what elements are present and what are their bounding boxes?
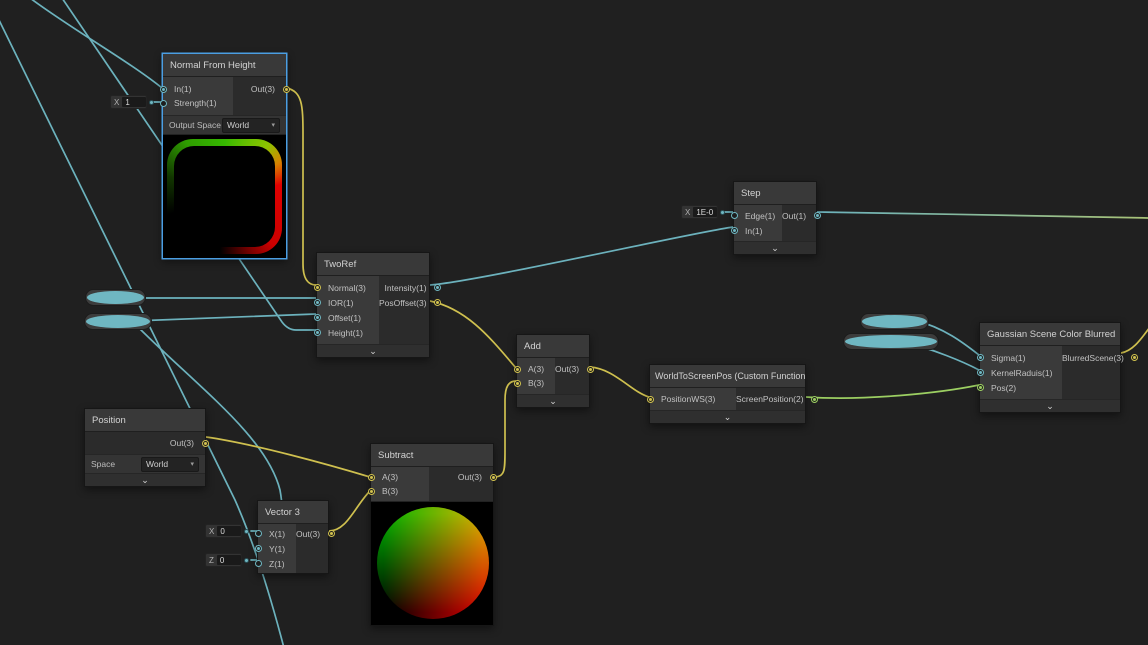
port-out[interactable] (925, 338, 932, 345)
port-posoffset[interactable] (434, 299, 441, 306)
wire-offset-to-tworef-offset[interactable] (133, 314, 316, 321)
connector-dot (149, 100, 154, 105)
port-sigma[interactable] (977, 354, 984, 361)
node-step[interactable]: Step Edge(1) In(1) Out(1) ⌄ (733, 181, 817, 255)
vector3-x-float-field[interactable]: X 0 (205, 524, 242, 538)
port-out[interactable] (814, 212, 821, 219)
node-subtract[interactable]: Subtract A(3) B(3) Out(3) (370, 443, 494, 626)
node-add[interactable]: Add A(3) B(3) Out(3) ⌄ (516, 334, 590, 408)
connector-dot (720, 210, 725, 215)
vector3-z-float-field[interactable]: Z 0 (205, 553, 242, 567)
port-a[interactable] (514, 366, 521, 373)
wire-step-out-offscreen[interactable] (817, 212, 1148, 218)
port-out[interactable] (490, 474, 497, 481)
edge-float-field[interactable]: X 1E-0 (681, 205, 718, 219)
port-y[interactable] (255, 545, 262, 552)
property-pill-kernelradius[interactable]: KernelRaduis(1) (843, 333, 939, 350)
node-title: Step (734, 182, 816, 205)
node-title: Subtract (371, 444, 493, 467)
wire-add-to-wtsp[interactable] (590, 367, 649, 397)
port-out[interactable] (283, 86, 290, 93)
collapse-chevron-icon[interactable]: ⌄ (317, 344, 429, 357)
port-pos[interactable] (977, 384, 984, 391)
option-label: Space (91, 459, 115, 469)
float-value[interactable]: 1E-0 (693, 207, 717, 217)
collapse-chevron-icon[interactable]: ⌄ (85, 473, 205, 486)
caret-down-icon: ▾ (271, 121, 275, 129)
output-space-dropdown[interactable]: World ▾ (222, 118, 280, 133)
caret-down-icon: ▾ (190, 460, 194, 468)
node-title: Add (517, 335, 589, 358)
collapse-chevron-icon[interactable]: ⌄ (650, 410, 805, 423)
wire-nfh-out-to-tworef-normal[interactable] (287, 88, 316, 285)
node-world-to-screen-pos[interactable]: WorldToScreenPos (Custom Function) Posit… (649, 364, 806, 424)
port-positionws[interactable] (647, 396, 654, 403)
node-title: WorldToScreenPos (Custom Function) (650, 365, 805, 388)
wire-intensity-to-step-in[interactable] (430, 227, 733, 285)
port-out[interactable] (587, 366, 594, 373)
port-out[interactable] (202, 440, 209, 447)
port-a[interactable] (368, 474, 375, 481)
float-value[interactable]: 0 (217, 526, 241, 536)
connector-dot (244, 529, 249, 534)
wire-screenpos-to-gaussian-pos[interactable] (806, 385, 979, 398)
port-kernelradius[interactable] (977, 369, 984, 376)
color-wheel-preview (377, 507, 489, 619)
property-pill-sigma[interactable]: Sigma(1) (860, 313, 929, 330)
node-normal-from-height[interactable]: Normal From Height In(1) Strength(1) Out… (162, 53, 287, 259)
shader-graph-canvas[interactable]: Normal From Height In(1) Strength(1) Out… (0, 0, 1148, 645)
node-title: Normal From Height (163, 54, 286, 77)
wire-subtract-to-add-b[interactable] (494, 381, 516, 477)
port-screenposition[interactable] (811, 396, 818, 403)
wire-posoffset-to-add-a[interactable] (430, 301, 516, 368)
subtract-preview (371, 501, 493, 625)
port-b[interactable] (514, 380, 521, 387)
port-offset[interactable] (314, 314, 321, 321)
port-z[interactable] (255, 560, 262, 567)
port-label: Strength(1) (174, 98, 217, 108)
option-label: Output Space (169, 120, 221, 130)
connector-dot (244, 558, 249, 563)
node-position[interactable]: Position Out(3) Space World ▾ ⌄ (84, 408, 206, 487)
port-out[interactable] (138, 318, 145, 325)
property-pill-ior[interactable]: IOR(1) (85, 289, 146, 306)
float-value[interactable]: 1 (122, 97, 146, 107)
property-pill-offset[interactable]: Offset(1) (84, 313, 152, 330)
space-dropdown[interactable]: World ▾ (141, 457, 199, 472)
float-value[interactable]: 0 (217, 555, 241, 565)
port-out[interactable] (328, 530, 335, 537)
wire-position-to-subtract-a[interactable] (206, 437, 370, 477)
wire-offscreen-to-nfh-in[interactable] (30, 0, 162, 88)
normal-ring-gradient (167, 139, 282, 254)
port-b[interactable] (368, 488, 375, 495)
node-tworef[interactable]: TwoRef Normal(3) IOR(1) Offset(1) Height… (316, 252, 430, 358)
port-ior[interactable] (314, 299, 321, 306)
port-out[interactable] (915, 318, 922, 325)
port-x[interactable] (255, 530, 262, 537)
node-title: Position (85, 409, 205, 432)
normal-map-preview (163, 134, 286, 258)
port-edge[interactable] (731, 212, 738, 219)
collapse-chevron-icon[interactable]: ⌄ (517, 394, 589, 407)
port-label: In(1) (174, 84, 191, 94)
port-normal[interactable] (314, 284, 321, 291)
node-vector3[interactable]: Vector 3 X(1) Y(1) Z(1) Out(3) (257, 500, 329, 574)
port-strength[interactable] (160, 100, 167, 107)
node-title: Gaussian Scene Color Blurred (980, 323, 1120, 346)
port-intensity[interactable] (434, 284, 441, 291)
port-label: Out(3) (251, 84, 275, 94)
port-in[interactable] (731, 227, 738, 234)
strength-float-field[interactable]: X 1 (110, 95, 147, 109)
collapse-chevron-icon[interactable]: ⌄ (980, 399, 1120, 412)
collapse-chevron-icon[interactable]: ⌄ (734, 241, 816, 254)
port-out[interactable] (132, 294, 139, 301)
node-title: Vector 3 (258, 501, 328, 524)
wire-vector3-to-subtract-b[interactable] (329, 491, 370, 531)
node-gaussian-scene-color-blurred[interactable]: Gaussian Scene Color Blurred Sigma(1) Ke… (979, 322, 1121, 413)
port-in[interactable] (160, 86, 167, 93)
node-title: TwoRef (317, 253, 429, 276)
port-height[interactable] (314, 329, 321, 336)
